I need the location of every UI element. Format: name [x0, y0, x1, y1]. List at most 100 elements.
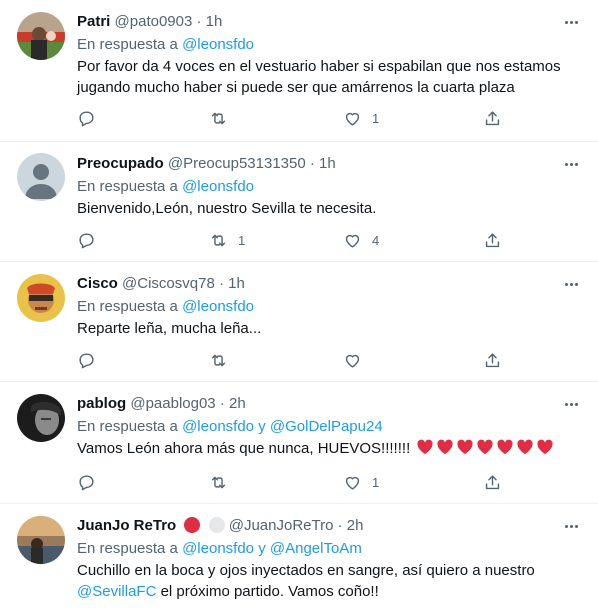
tweet[interactable]: Patri @pato0903 · 1h En respuesta a @leo…: [0, 0, 598, 142]
replying-to: En respuesta a @leonsfdo: [77, 35, 254, 55]
retweet-button[interactable]: [209, 470, 246, 494]
avatar[interactable]: [17, 274, 65, 322]
timestamp[interactable]: 1h: [228, 275, 245, 292]
user-handle[interactable]: @Ciscosvq78: [122, 275, 215, 292]
red-heart-emoji-icon: [457, 439, 473, 455]
tweet-header: JuanJo ReTro @JuanJoReTro · 2h: [77, 516, 554, 536]
tweet-text-body: Vamos León ahora más que nunca, HUEVOS!!…: [77, 440, 411, 457]
reply-button[interactable]: [77, 348, 114, 372]
retweet-icon: [211, 354, 226, 366]
like-button[interactable]: 4: [343, 228, 380, 252]
tweet-actions: 1: [77, 106, 507, 130]
like-button[interactable]: 1: [343, 470, 380, 494]
timestamp[interactable]: 1h: [206, 13, 223, 30]
tweet-text: Cuchillo en la boca y ojos inyectados en…: [77, 560, 578, 602]
mention-link[interactable]: @leonsfdo: [182, 540, 254, 557]
mention-link[interactable]: @SevillaFC: [77, 583, 156, 600]
avatar[interactable]: [17, 153, 65, 201]
avatar[interactable]: [17, 12, 65, 60]
share-button[interactable]: [483, 106, 502, 130]
display-name[interactable]: JuanJo ReTro: [77, 517, 176, 534]
reply-prefix: En respuesta a: [77, 36, 178, 53]
retweet-button[interactable]: 1: [209, 228, 246, 252]
red-heart-emoji-icon: [497, 439, 513, 455]
more-icon[interactable]: [561, 12, 581, 32]
separator: ·: [219, 395, 225, 412]
retweet-button[interactable]: [209, 106, 246, 130]
reply-button[interactable]: [77, 106, 114, 130]
tweet[interactable]: Preocupado @Preocup53131350 · 1h En resp…: [0, 142, 598, 262]
reply-joiner: y: [258, 540, 266, 557]
like-count: 1: [372, 474, 380, 490]
display-name[interactable]: Preocupado: [77, 155, 164, 172]
red-heart-emoji-icon: [437, 439, 453, 455]
tweet-header: Patri @pato0903 · 1h: [77, 12, 554, 32]
tweet[interactable]: JuanJo ReTro @JuanJoReTro · 2h En respue…: [0, 504, 598, 608]
tweet-actions: [77, 348, 507, 372]
reply-prefix: En respuesta a: [77, 178, 178, 195]
reply-icon: [79, 110, 94, 126]
tweet-header: pablog @paablog03 · 2h: [77, 394, 554, 414]
retweet-button[interactable]: [209, 348, 246, 372]
display-name[interactable]: Cisco: [77, 275, 118, 292]
user-handle[interactable]: @pato0903: [115, 13, 193, 30]
avatar[interactable]: [17, 394, 65, 442]
display-name[interactable]: Patri: [77, 13, 110, 30]
like-button[interactable]: [343, 348, 380, 372]
mention-link[interactable]: @GolDelPapu24: [270, 418, 383, 435]
mention-link[interactable]: @leonsfdo: [182, 298, 254, 315]
replies-timeline: Patri @pato0903 · 1h En respuesta a @leo…: [0, 0, 598, 608]
red-heart-emoji-icon: [417, 439, 433, 455]
reply-prefix: En respuesta a: [77, 540, 178, 557]
tweet-text-tail: el próximo partido. Vamos coño!!: [160, 583, 379, 600]
timestamp[interactable]: 2h: [229, 395, 246, 412]
mention-link[interactable]: @leonsfdo: [182, 418, 254, 435]
reply-button[interactable]: [77, 228, 114, 252]
like-count: 1: [372, 110, 380, 126]
display-name[interactable]: pablog: [77, 395, 126, 412]
share-icon: [485, 232, 500, 247]
reply-prefix: En respuesta a: [77, 418, 178, 435]
more-icon[interactable]: [561, 394, 581, 414]
share-button[interactable]: [483, 228, 502, 252]
tweet[interactable]: Cisco @Ciscosvq78 · 1h En respuesta a @l…: [0, 262, 598, 382]
tweet-text: Vamos León ahora más que nunca, HUEVOS!!…: [77, 438, 578, 462]
share-button[interactable]: [483, 470, 502, 494]
tweet-header: Preocupado @Preocup53131350 · 1h: [77, 154, 554, 174]
mention-link[interactable]: @leonsfdo: [182, 36, 254, 53]
timestamp[interactable]: 2h: [347, 517, 364, 534]
share-icon: [485, 110, 500, 125]
reply-button[interactable]: [77, 470, 114, 494]
tweet[interactable]: pablog @paablog03 · 2h En respuesta a @l…: [0, 382, 598, 504]
like-button[interactable]: 1: [343, 106, 380, 130]
mention-link[interactable]: @leonsfdo: [182, 178, 254, 195]
replying-to: En respuesta a @leonsfdo: [77, 177, 254, 197]
reply-joiner: y: [258, 418, 266, 435]
tweet-text-body: Cuchillo en la boca y ojos inyectados en…: [77, 562, 535, 579]
tweet-actions: 1 4: [77, 228, 507, 252]
like-icon: [345, 112, 360, 126]
user-handle[interactable]: @paablog03: [130, 395, 215, 412]
more-icon[interactable]: [561, 154, 581, 174]
timestamp[interactable]: 1h: [319, 155, 336, 172]
reply-icon: [79, 232, 94, 248]
avatar[interactable]: [17, 516, 65, 564]
white-circle-icon: [208, 517, 225, 533]
reply-icon: [79, 474, 94, 490]
more-icon[interactable]: [561, 274, 581, 294]
user-handle[interactable]: @JuanJoReTro: [229, 517, 334, 534]
user-handle[interactable]: @Preocup53131350: [168, 155, 306, 172]
replying-to: En respuesta a @leonsfdo y @AngelToAm: [77, 539, 362, 559]
separator: ·: [337, 517, 343, 534]
tweet-text: Reparte leña, mucha leña...: [77, 320, 262, 337]
more-icon[interactable]: [561, 516, 581, 536]
red-circle-icon: [184, 517, 201, 533]
tweet-text: Por favor da 4 voces en el vestuario hab…: [77, 58, 561, 96]
share-icon: [485, 474, 500, 489]
like-icon: [345, 476, 360, 490]
retweet-icon: [211, 112, 226, 124]
tweet-text: Bienvenido,León, nuestro Sevilla te nece…: [77, 200, 377, 217]
separator: ·: [309, 155, 315, 172]
mention-link[interactable]: @AngelToAm: [270, 540, 362, 557]
share-button[interactable]: [483, 348, 502, 372]
